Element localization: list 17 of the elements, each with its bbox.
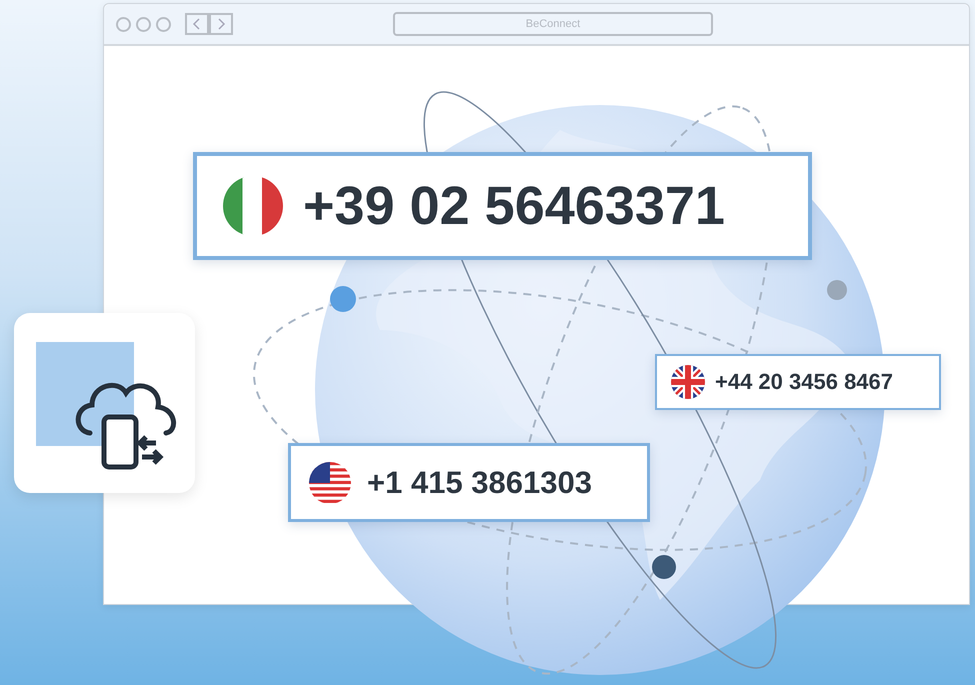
phone-number: +1 415 3861303 bbox=[367, 464, 592, 500]
phone-number: +44 20 3456 8467 bbox=[715, 369, 894, 395]
back-button[interactable] bbox=[185, 13, 209, 35]
orbit-dot bbox=[330, 286, 356, 312]
flag-icon bbox=[309, 462, 351, 504]
address-bar[interactable]: BeConnect bbox=[393, 12, 713, 36]
chevron-left-icon bbox=[192, 18, 202, 30]
flag-icon bbox=[671, 365, 705, 399]
orbit-dot bbox=[827, 280, 847, 300]
phone-number: +39 02 56463371 bbox=[303, 175, 725, 237]
orbit-dot bbox=[652, 555, 676, 579]
flag-icon bbox=[223, 176, 283, 236]
window-control[interactable] bbox=[116, 16, 131, 32]
window-control[interactable] bbox=[136, 16, 151, 32]
window-control[interactable] bbox=[156, 16, 171, 32]
forward-button[interactable] bbox=[209, 13, 233, 35]
chevron-right-icon bbox=[216, 18, 226, 30]
